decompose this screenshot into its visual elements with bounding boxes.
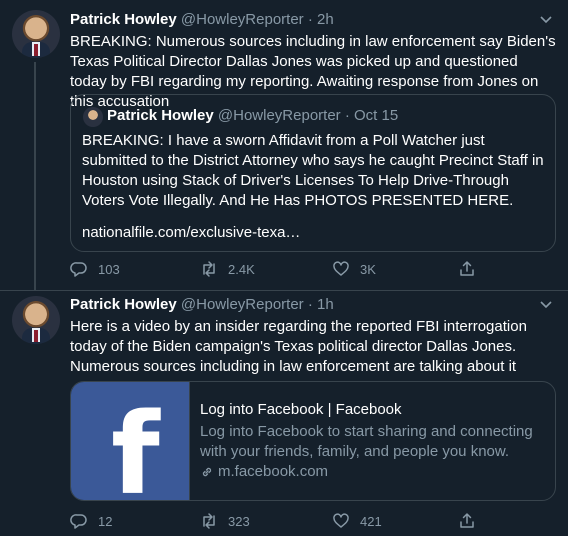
tweet-actions: 12 323 421 bbox=[70, 511, 490, 531]
retweet-icon bbox=[203, 513, 215, 529]
tweet-header: Patrick Howley @HowleyReporter · 2h bbox=[70, 10, 334, 30]
separator-dot: · bbox=[344, 107, 350, 124]
quoted-date: Oct 15 bbox=[354, 107, 399, 124]
link-icon bbox=[202, 467, 212, 477]
avatar[interactable] bbox=[12, 10, 60, 58]
tweet-time[interactable]: 2h bbox=[317, 11, 334, 28]
link-card[interactable]: f Log into Facebook | Facebook Log into … bbox=[70, 381, 556, 501]
author-handle[interactable]: @HowleyReporter bbox=[181, 296, 304, 313]
quoted-avatar bbox=[83, 107, 103, 127]
quoted-author-name: Patrick Howley bbox=[107, 107, 214, 124]
chevron-down-icon[interactable] bbox=[538, 11, 554, 27]
share-button[interactable] bbox=[458, 511, 486, 531]
reply-button[interactable]: 103 bbox=[70, 259, 120, 279]
share-button[interactable] bbox=[458, 259, 486, 279]
like-button[interactable]: 421 bbox=[332, 511, 382, 531]
reply-icon bbox=[70, 514, 87, 529]
facebook-f-icon: f bbox=[111, 390, 160, 501]
like-count: 3K bbox=[360, 261, 376, 277]
card-description: Log into Facebook to start sharing and c… bbox=[200, 423, 533, 460]
quoted-text: BREAKING: I have a sworn Affidavit from … bbox=[82, 132, 544, 209]
separator-dot: · bbox=[307, 11, 313, 28]
share-icon bbox=[460, 261, 474, 276]
tweet-2[interactable]: Patrick Howley @HowleyReporter · 1h Here… bbox=[0, 291, 568, 536]
reply-button[interactable]: 12 bbox=[70, 511, 112, 531]
reply-count: 103 bbox=[98, 261, 120, 277]
avatar[interactable] bbox=[12, 296, 60, 344]
card-body: Log into Facebook | Facebook Log into Fa… bbox=[200, 400, 545, 482]
card-domain: m.facebook.com bbox=[218, 463, 329, 480]
retweet-icon bbox=[203, 261, 215, 277]
reply-count: 12 bbox=[98, 513, 113, 529]
card-domain-row: m.facebook.com bbox=[200, 462, 545, 482]
thread-connector bbox=[34, 62, 36, 290]
separator-dot: · bbox=[307, 296, 313, 313]
card-title: Log into Facebook | Facebook bbox=[200, 401, 402, 418]
retweet-button[interactable]: 323 bbox=[200, 511, 250, 531]
quoted-header: Patrick Howley @HowleyReporter · Oct 15 bbox=[107, 106, 398, 126]
reply-icon bbox=[70, 262, 87, 277]
quoted-author-handle: @HowleyReporter bbox=[217, 107, 341, 124]
retweet-count: 323 bbox=[228, 513, 250, 529]
author-name[interactable]: Patrick Howley bbox=[70, 11, 177, 28]
author-name[interactable]: Patrick Howley bbox=[70, 296, 177, 313]
retweet-button[interactable]: 2.4K bbox=[200, 259, 255, 279]
tweet-actions: 103 2.4K 3K bbox=[70, 259, 490, 279]
like-count: 421 bbox=[360, 513, 382, 529]
quoted-tweet[interactable]: Patrick Howley @HowleyReporter · Oct 15 … bbox=[70, 94, 556, 252]
tweet-header: Patrick Howley @HowleyReporter · 1h bbox=[70, 295, 334, 315]
heart-icon bbox=[333, 513, 349, 528]
tweet-time[interactable]: 1h bbox=[317, 296, 334, 313]
like-button[interactable]: 3K bbox=[332, 259, 376, 279]
heart-icon bbox=[333, 261, 349, 276]
retweet-count: 2.4K bbox=[228, 261, 255, 277]
quoted-link[interactable]: nationalfile.com/exclusive-texa… bbox=[82, 223, 300, 243]
tweet-text: Here is a video by an insider regarding … bbox=[70, 318, 527, 375]
tweet-1[interactable]: Patrick Howley @HowleyReporter · 2h BREA… bbox=[0, 0, 568, 290]
chevron-down-icon[interactable] bbox=[538, 296, 554, 312]
facebook-logo-image: f bbox=[71, 382, 190, 500]
share-icon bbox=[460, 513, 474, 528]
author-handle[interactable]: @HowleyReporter bbox=[181, 11, 304, 28]
